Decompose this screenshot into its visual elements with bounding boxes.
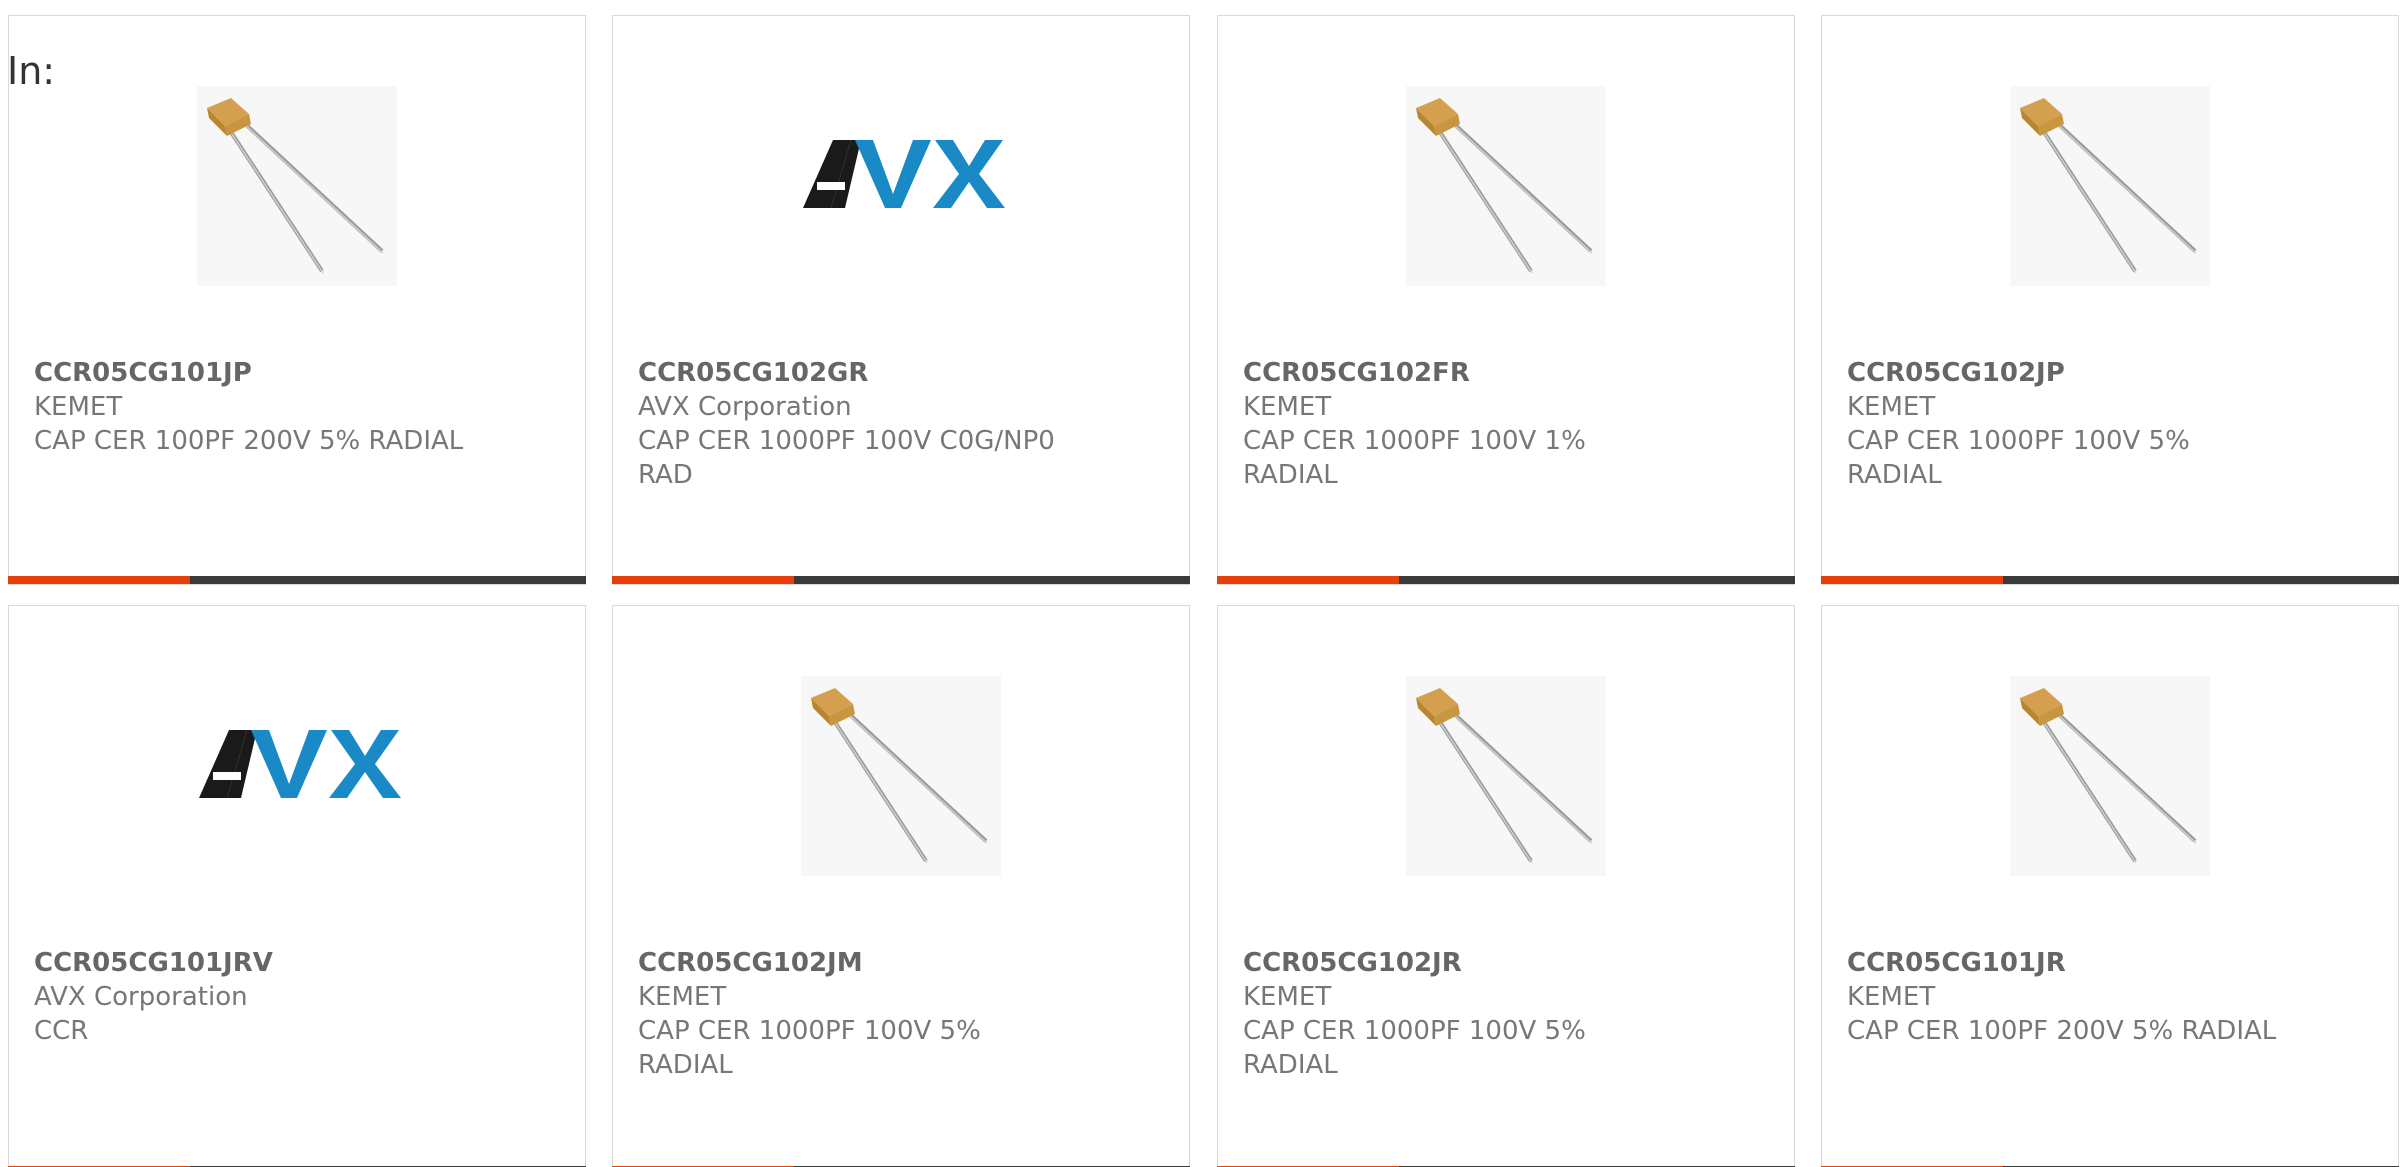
manufacturer-name: KEMET xyxy=(1243,982,1332,1012)
product-description: CAP CER 100PF 200V 5% RADIAL xyxy=(1847,1016,2277,1046)
product-card[interactable]: CCR05CG102JR KEMET CAP CER 1000PF 100V 5% … xyxy=(1217,605,1795,1167)
card-bottom-bar xyxy=(1217,576,1795,584)
product-description: CAP CER 1000PF 100V 5% RADIAL xyxy=(1847,426,2190,490)
product-description: CAP CER 1000PF 100V C0G/NP0 RAD xyxy=(638,426,1055,490)
card-accent-stripe xyxy=(1821,576,2003,584)
product-description: CAP CER 1000PF 100V 5% RADIAL xyxy=(638,1016,981,1080)
capacitor-icon xyxy=(801,676,1001,876)
manufacturer-name: KEMET xyxy=(34,392,123,422)
card-accent-stripe xyxy=(612,576,794,584)
product-grid-page: In: CCR05CG101JP KEMET CAP CER 100PF 200V … xyxy=(0,0,2400,1167)
manufacturer-name: AVX Corporation xyxy=(34,982,248,1012)
product-card[interactable]: CCR05CG101JP KEMET CAP CER 100PF 200V 5% R… xyxy=(8,15,586,585)
part-number-link[interactable]: CCR05CG101JP xyxy=(34,356,474,390)
product-info: CCR05CG102JP KEMET CAP CER 1000PF 100V 5% … xyxy=(1847,356,2287,492)
product-description: CAP CER 100PF 200V 5% RADIAL xyxy=(34,426,464,456)
part-number-link[interactable]: CCR05CG102JR xyxy=(1243,946,1683,980)
avx-logo-icon xyxy=(801,136,1011,226)
product-description: CAP CER 1000PF 100V 5% RADIAL xyxy=(1243,1016,1586,1080)
product-image-area[interactable] xyxy=(9,606,585,906)
product-image-area[interactable] xyxy=(9,16,585,316)
product-image-area[interactable] xyxy=(1822,606,2398,906)
capacitor-icon xyxy=(1406,676,1606,876)
manufacturer-name: AVX Corporation xyxy=(638,392,852,422)
filter-in-label: In: xyxy=(7,49,56,93)
part-number-link[interactable]: CCR05CG101JR xyxy=(1847,946,2287,980)
product-info: CCR05CG101JP KEMET CAP CER 100PF 200V 5% R… xyxy=(34,356,474,458)
manufacturer-name: KEMET xyxy=(1243,392,1332,422)
product-image-area[interactable] xyxy=(1218,606,1794,906)
capacitor-icon xyxy=(2010,676,2210,876)
product-card[interactable]: CCR05CG102JP KEMET CAP CER 1000PF 100V 5% … xyxy=(1821,15,2399,585)
product-info: CCR05CG101JR KEMET CAP CER 100PF 200V 5% R… xyxy=(1847,946,2287,1048)
product-info: CCR05CG102JM KEMET CAP CER 1000PF 100V 5% … xyxy=(638,946,1078,1082)
card-accent-stripe xyxy=(1217,576,1399,584)
card-bottom-bar xyxy=(8,576,586,584)
manufacturer-name: KEMET xyxy=(1847,392,1936,422)
card-accent-stripe xyxy=(8,576,190,584)
product-info: CCR05CG102FR KEMET CAP CER 1000PF 100V 1% … xyxy=(1243,356,1683,492)
part-number-link[interactable]: CCR05CG102FR xyxy=(1243,356,1683,390)
product-info: CCR05CG101JRV AVX Corporation CCR xyxy=(34,946,474,1048)
product-card[interactable]: CCR05CG102JM KEMET CAP CER 1000PF 100V 5% … xyxy=(612,605,1190,1167)
product-image-area[interactable] xyxy=(613,606,1189,906)
part-number-link[interactable]: CCR05CG102GR xyxy=(638,356,1078,390)
product-description: CCR xyxy=(34,1016,89,1046)
capacitor-icon xyxy=(197,86,397,286)
part-number-link[interactable]: CCR05CG102JM xyxy=(638,946,1078,980)
avx-logo-icon xyxy=(197,726,407,816)
capacitor-icon xyxy=(1406,86,1606,286)
manufacturer-name: KEMET xyxy=(1847,982,1936,1012)
part-number-link[interactable]: CCR05CG101JRV xyxy=(34,946,474,980)
product-info: CCR05CG102JR KEMET CAP CER 1000PF 100V 5% … xyxy=(1243,946,1683,1082)
manufacturer-name: KEMET xyxy=(638,982,727,1012)
product-image-area[interactable] xyxy=(1822,16,2398,316)
product-card[interactable]: CCR05CG102FR KEMET CAP CER 1000PF 100V 1% … xyxy=(1217,15,1795,585)
card-bottom-bar xyxy=(1821,576,2399,584)
product-image-area[interactable] xyxy=(1218,16,1794,316)
product-card[interactable]: CCR05CG102GR AVX Corporation CAP CER 1000P… xyxy=(612,15,1190,585)
product-description: CAP CER 1000PF 100V 1% RADIAL xyxy=(1243,426,1586,490)
product-card[interactable]: CCR05CG101JRV AVX Corporation CCR xyxy=(8,605,586,1167)
product-info: CCR05CG102GR AVX Corporation CAP CER 1000P… xyxy=(638,356,1078,492)
capacitor-icon xyxy=(2010,86,2210,286)
product-image-area[interactable] xyxy=(613,16,1189,316)
part-number-link[interactable]: CCR05CG102JP xyxy=(1847,356,2287,390)
product-card[interactable]: CCR05CG101JR KEMET CAP CER 100PF 200V 5% R… xyxy=(1821,605,2399,1167)
card-bottom-bar xyxy=(612,576,1190,584)
